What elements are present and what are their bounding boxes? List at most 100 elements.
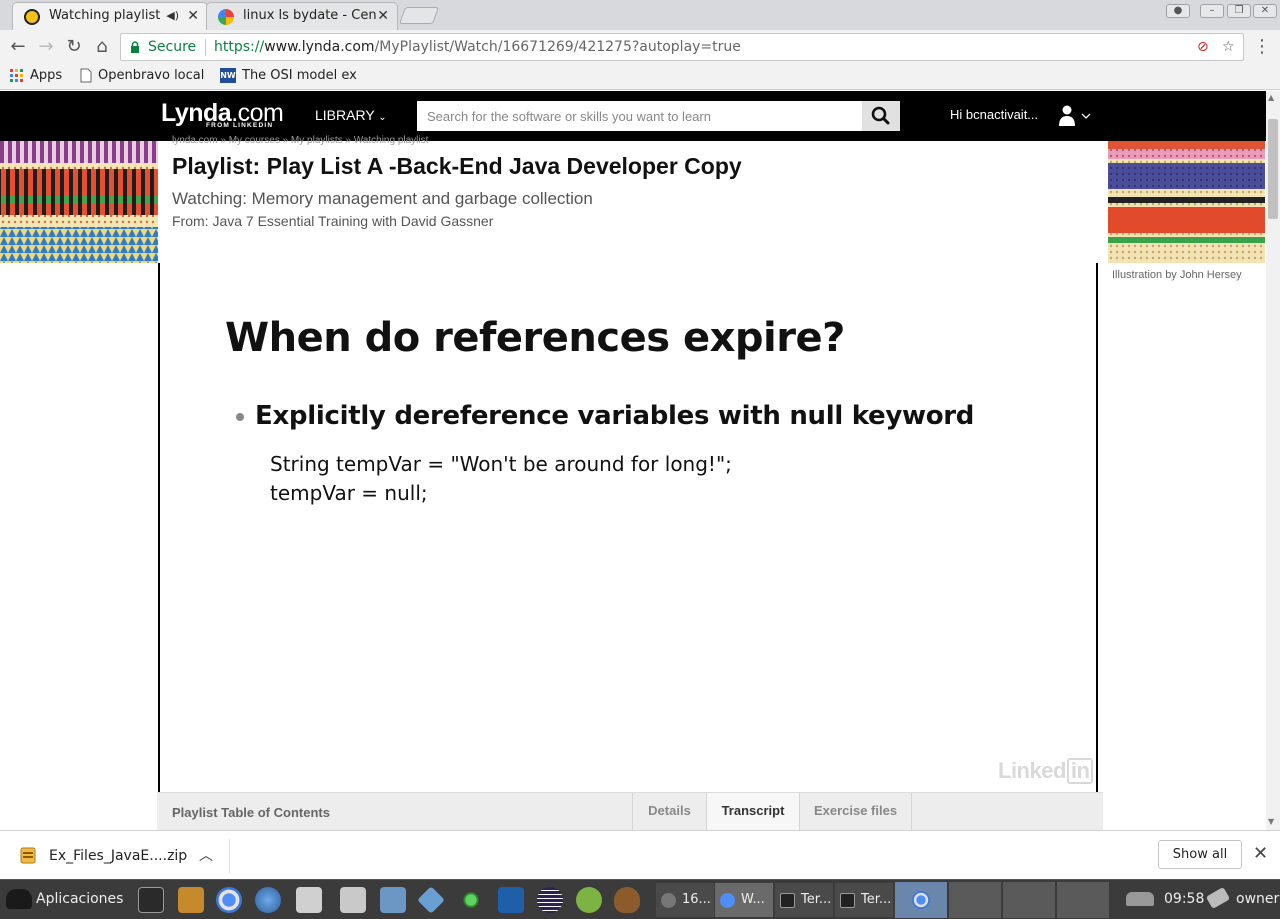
window-label: Ter...	[801, 892, 832, 907]
breadcrumb[interactable]: lynda.com » My courses » My playlists » …	[172, 135, 428, 146]
search-icon	[871, 106, 890, 125]
lynda-favicon-icon	[24, 9, 40, 25]
tab-linux-ls[interactable]: linux ls bydate - Cen ✕	[206, 2, 398, 30]
zip-file-icon	[20, 847, 36, 864]
tab-watching-playlist[interactable]: Watching playlist ◀) ✕	[12, 2, 208, 30]
web-browser-icon[interactable]	[255, 887, 281, 913]
file-search-icon[interactable]	[296, 887, 322, 913]
search-button[interactable]	[862, 101, 900, 131]
browser-toolbar: ← → ↻ ⌂ Secure https://www.lynda.com/MyP…	[0, 30, 1280, 64]
atom-icon[interactable]	[458, 887, 484, 913]
illustration-credit: Illustration by John Hersey	[1112, 269, 1242, 281]
video-player[interactable]: When do references expire? Explicitly de…	[158, 263, 1098, 792]
chevron-up-icon[interactable]: ︿	[199, 845, 213, 865]
bookmark-star-icon[interactable]: ☆	[1222, 39, 1235, 55]
bookmark-label: Openbravo local	[98, 68, 205, 83]
browser-tab-strip: Watching playlist ◀) ✕ linux ls bydate -…	[0, 0, 1280, 30]
taskbar-window-16[interactable]: 16...	[656, 883, 714, 917]
network-icon[interactable]	[1126, 892, 1154, 906]
close-icon[interactable]: ✕	[187, 3, 199, 29]
playlist-header: lynda.com » My courses » My playlists » …	[158, 135, 1108, 263]
tab-exercise-files[interactable]: Exercise files	[799, 793, 912, 830]
applications-label: Aplicaciones	[36, 891, 124, 907]
workspace-4[interactable]	[1057, 882, 1110, 918]
close-icon[interactable]: ✕	[377, 3, 389, 29]
vscode-icon[interactable]	[498, 887, 524, 913]
eclipse-icon[interactable]	[537, 887, 563, 913]
now-watching: Watching: Memory management and garbage …	[172, 189, 593, 208]
linkedin-watermark: Linked in	[998, 758, 1094, 784]
address-bar[interactable]: Secure https://www.lynda.com/MyPlaylist/…	[120, 33, 1244, 61]
user-menu[interactable]: owner	[1236, 891, 1279, 907]
scroll-up-icon[interactable]: ▲	[1268, 93, 1274, 102]
speaker-icon[interactable]: ◀)	[166, 3, 179, 29]
close-icon[interactable]: ✕	[1253, 843, 1268, 864]
playlist-toc-link[interactable]: Playlist Table of Contents	[172, 805, 330, 820]
blocked-content-icon[interactable]: ⊘	[1197, 39, 1209, 55]
workspace-2[interactable]	[949, 882, 1002, 918]
bookmark-apps[interactable]: Apps	[10, 68, 62, 83]
scroll-thumb[interactable]	[1268, 119, 1278, 219]
bookmarks-bar: Apps Openbravo local NW The OSI model ex	[0, 64, 1280, 90]
os-taskbar: Aplicaciones 16... W... Ter... Ter... 09…	[0, 879, 1280, 919]
workspace-1[interactable]	[895, 882, 948, 918]
minimize-button[interactable]: –	[1200, 4, 1224, 18]
bookmark-osi-model[interactable]: NW The OSI model ex	[220, 68, 357, 83]
user-icon	[1059, 105, 1091, 126]
acorn-icon[interactable]	[614, 887, 640, 913]
course-source[interactable]: From: Java 7 Essential Training with Dav…	[172, 213, 493, 229]
xfce-mouse-icon	[6, 889, 32, 909]
maximize-button[interactable]: ❐	[1227, 4, 1251, 18]
gear-icon	[661, 893, 676, 908]
notes-icon[interactable]	[178, 887, 204, 913]
screenshot-icon[interactable]	[340, 887, 366, 913]
clock[interactable]: 09:58	[1164, 891, 1204, 907]
menu-kebab-icon[interactable]: ⋮	[1250, 35, 1274, 59]
secure-label: Secure	[148, 39, 197, 55]
download-item[interactable]: Ex_Files_JavaE....zip	[49, 848, 187, 864]
slide-title: When do references expire?	[225, 315, 845, 361]
watermark-in: in	[1066, 758, 1094, 784]
account-menu[interactable]	[1058, 105, 1094, 131]
site-header: Lynda.com FROM LINKEDIN LIBRARY ⌄ Hi bcn…	[0, 91, 1266, 141]
android-studio-icon[interactable]	[576, 887, 602, 913]
bullet-dot	[236, 413, 244, 421]
applications-menu[interactable]: Aplicaciones	[6, 889, 123, 909]
folder-icon[interactable]	[380, 887, 406, 913]
lock-icon	[131, 41, 139, 53]
forward-arrow-icon[interactable]: →	[34, 35, 58, 59]
screen: Watching playlist ◀) ✕ linux ls bydate -…	[0, 0, 1280, 919]
page-viewport: Lynda.com FROM LINKEDIN LIBRARY ⌄ Hi bcn…	[0, 91, 1266, 830]
banner-illustration-left	[0, 141, 158, 263]
url-path: /MyPlaylist/Watch/16671269/421275?autopl…	[374, 39, 741, 55]
search-input[interactable]	[417, 101, 862, 131]
reload-icon[interactable]: ↻	[62, 35, 86, 59]
taskbar-window-terminal-2[interactable]: Ter...	[835, 883, 893, 917]
library-menu[interactable]: LIBRARY ⌄	[315, 107, 387, 123]
url-text[interactable]: https://www.lynda.com/MyPlaylist/Watch/1…	[214, 39, 741, 55]
close-window-button[interactable]: ✕	[1253, 4, 1277, 18]
taskbar-window-chrome[interactable]: W...	[715, 883, 773, 917]
new-tab-button[interactable]	[398, 7, 440, 24]
slide-bullet: Explicitly dereference variables with nu…	[255, 401, 975, 431]
bookmark-openbravo[interactable]: Openbravo local	[80, 68, 204, 83]
workspace-3[interactable]	[1003, 882, 1056, 918]
home-icon[interactable]: ⌂	[90, 35, 114, 59]
chromium-icon[interactable]	[216, 887, 242, 913]
taskbar-window-terminal-1[interactable]: Ter...	[775, 883, 833, 917]
tab-transcript[interactable]: Transcript	[706, 793, 799, 830]
user-greeting[interactable]: Hi bcnactivait...	[950, 107, 1038, 122]
download-bar: Ex_Files_JavaE....zip ︿ Show all ✕	[0, 830, 1280, 879]
battery-icon[interactable]	[1205, 886, 1231, 910]
scroll-down-icon[interactable]: ▼	[1268, 817, 1274, 826]
virtualbox-icon[interactable]	[417, 886, 445, 914]
page-scrollbar[interactable]: ▲ ▼	[1266, 91, 1280, 830]
code-line: String tempVar = "Won't be around for lo…	[270, 452, 732, 476]
terminal-icon[interactable]	[138, 887, 164, 913]
profile-icon[interactable]: ●	[1166, 4, 1190, 18]
tab-details[interactable]: Details	[632, 793, 706, 830]
divider	[229, 839, 230, 873]
code-line: tempVar = null;	[270, 481, 428, 505]
back-arrow-icon[interactable]: ←	[6, 35, 30, 59]
show-all-button[interactable]: Show all	[1158, 840, 1242, 869]
